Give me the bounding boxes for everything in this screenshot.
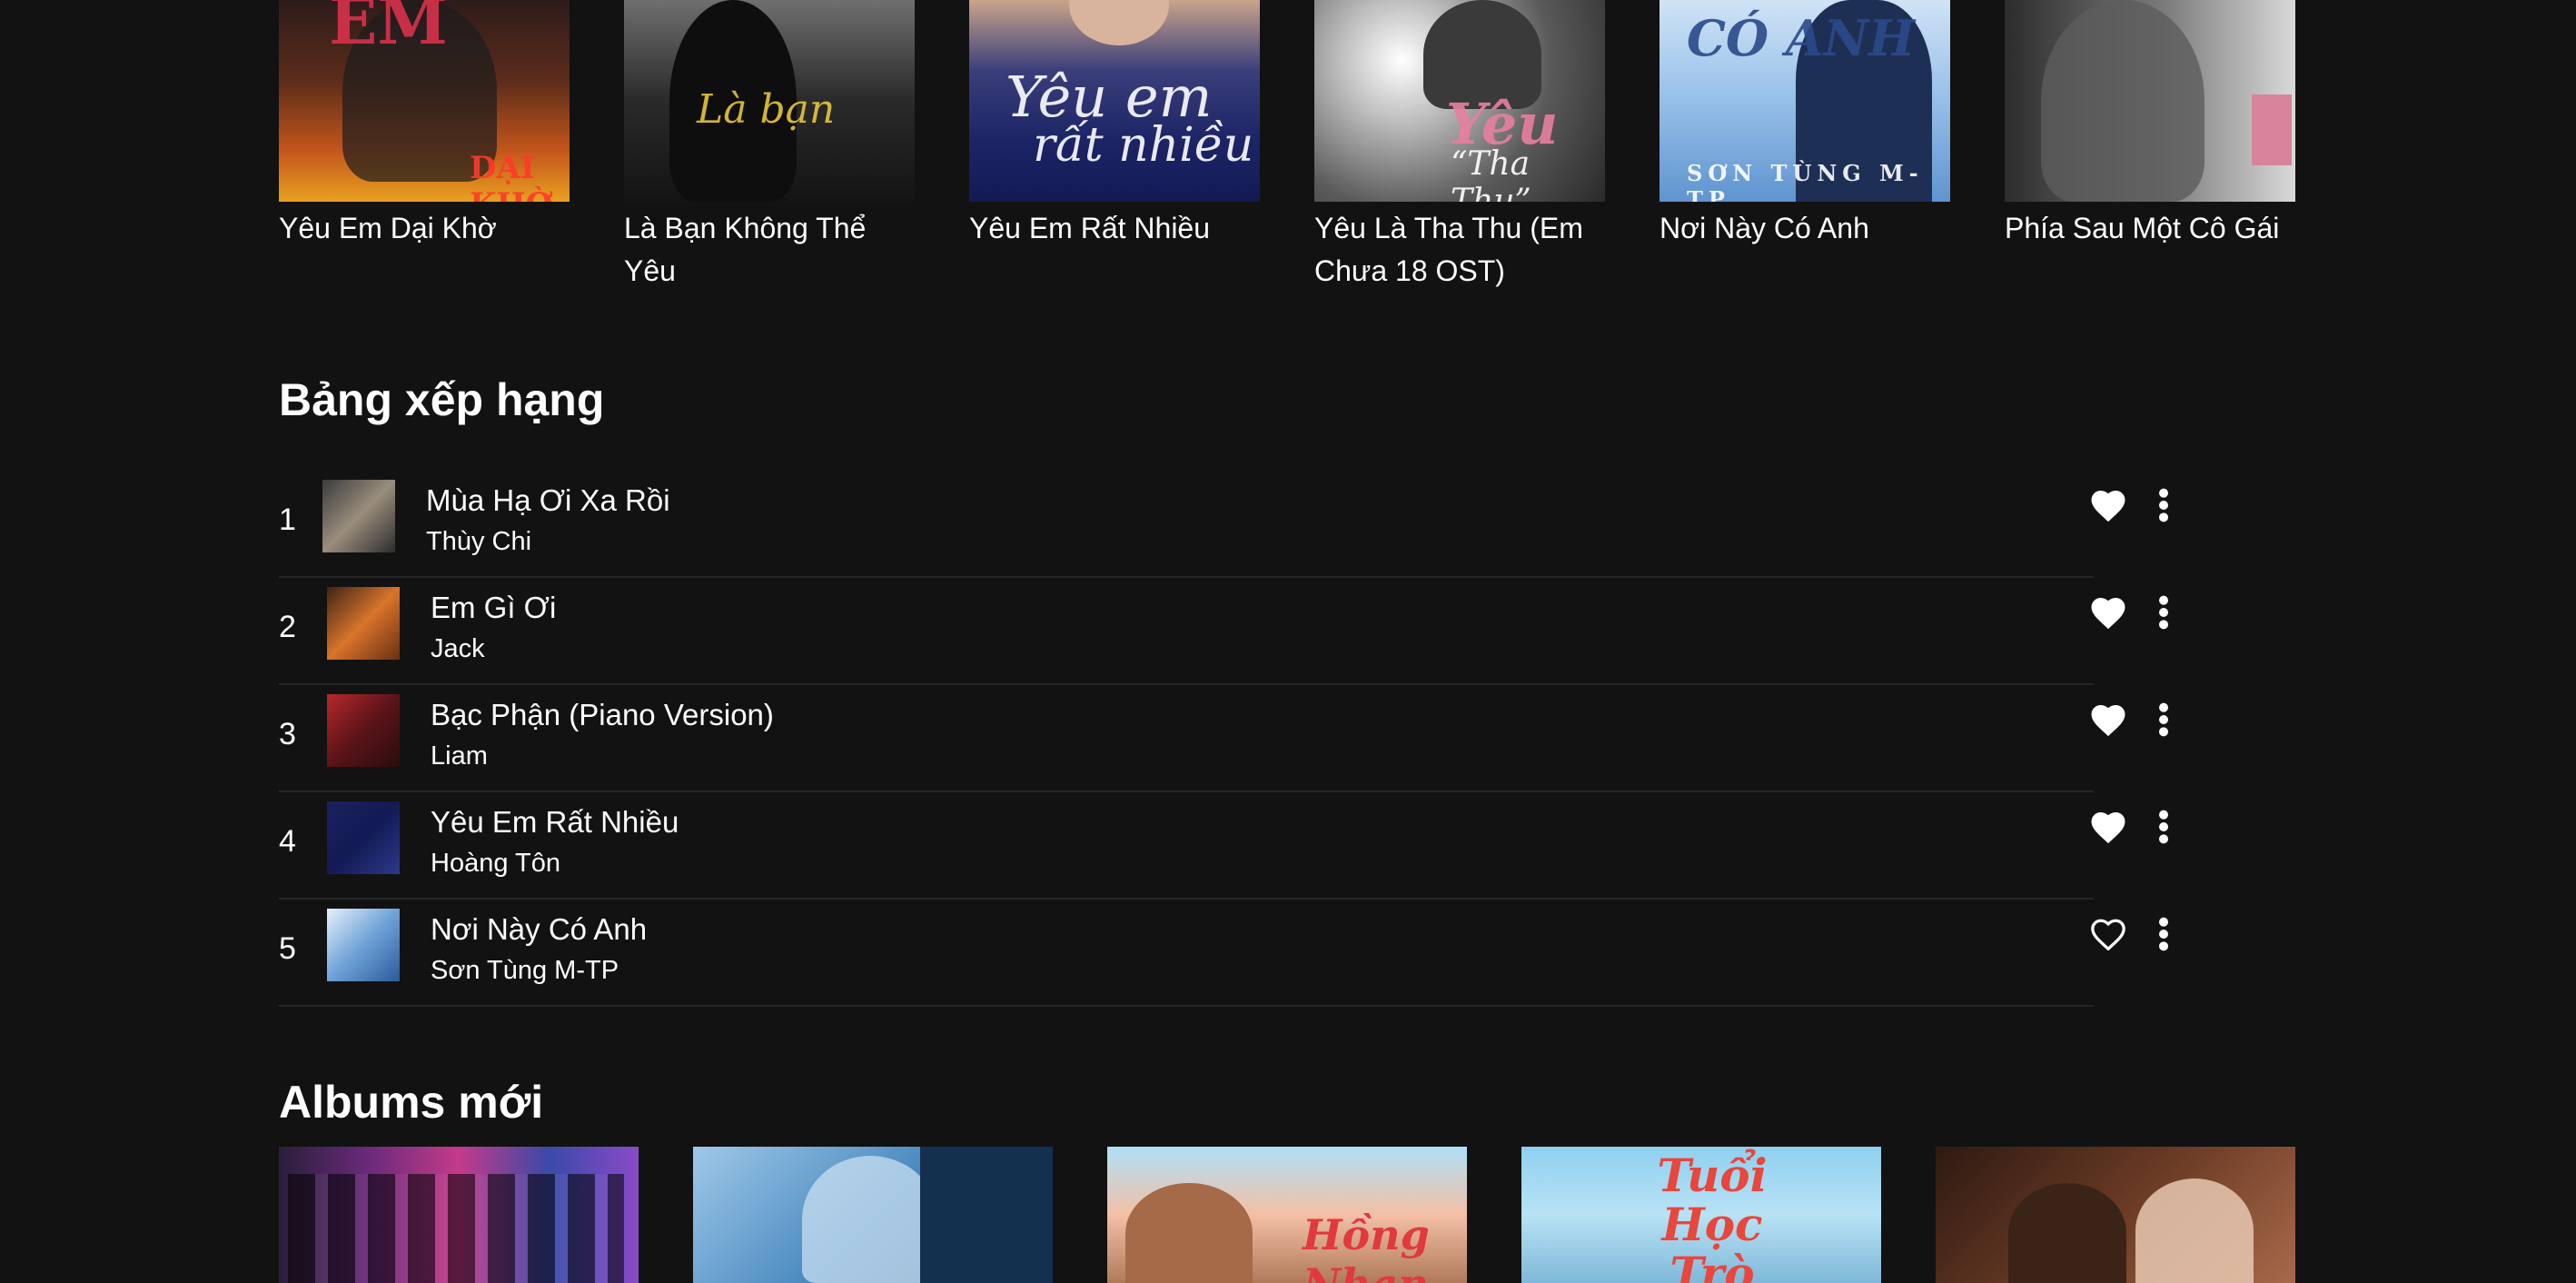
cover-lettering: Là bạn <box>697 86 836 133</box>
song-artist[interactable]: Jack <box>431 632 485 665</box>
album-cover[interactable]: Hồng Nhan <box>1107 1147 1467 1283</box>
heart-icon[interactable] <box>2090 489 2126 522</box>
cover-figures <box>288 1174 624 1283</box>
heart-outline-icon[interactable] <box>2090 918 2126 950</box>
song-thumbnail[interactable] <box>327 587 400 660</box>
album-cover[interactable] <box>1936 1147 2295 1283</box>
album-cover[interactable]: Yêu em rất nhiều <box>969 0 1260 202</box>
cover-lettering: Hồng Nhan <box>1303 1210 1430 1283</box>
cover-lettering: DẠI KHỜ <box>470 150 552 202</box>
album-card[interactable]: EM DẠI KHỜ Yêu Em Dại Khờ <box>279 0 570 250</box>
cover-lettering: EM <box>329 0 448 59</box>
chart-row[interactable]: 4 Yêu Em Rất Nhiều Hoàng Tôn <box>279 792 2186 900</box>
album-cover[interactable]: CÓ ANH SƠN TÙNG M-TP <box>1660 0 1950 202</box>
cover-lettering: “Tha Thu” <box>1451 145 1531 202</box>
album-cover[interactable]: Là bạn <box>624 0 915 202</box>
album-card[interactable]: Yêu em rất nhiều Yêu Em Rất Nhiều <box>969 0 1260 250</box>
chart-row[interactable]: 1 Mùa Hạ Ơi Xa Rồi Thùy Chi <box>279 471 2186 578</box>
heart-icon[interactable] <box>2090 596 2126 629</box>
row-divider <box>279 1005 2094 1007</box>
cover-figure <box>1069 0 1169 45</box>
cover-label <box>2252 94 2292 165</box>
chart-row[interactable]: 5 Nơi Này Có Anh Sơn Tùng M-TP <box>279 900 2186 1007</box>
song-thumbnail[interactable] <box>322 480 395 552</box>
more-vertical-icon[interactable] <box>2157 487 2170 523</box>
song-artist[interactable]: Hoàng Tôn <box>431 847 560 880</box>
album-title[interactable]: Phía Sau Một Cô Gái <box>2005 207 2304 250</box>
chart-row[interactable]: 2 Em Gì Ơi Jack <box>279 578 2186 685</box>
more-vertical-icon[interactable] <box>2157 594 2170 631</box>
song-title[interactable]: Em Gì Ơi <box>431 589 556 627</box>
cover-figure <box>2041 0 2204 202</box>
chart-rank: 5 <box>279 931 296 966</box>
album-title[interactable]: Là Bạn Không Thể Yêu <box>624 207 924 293</box>
song-title[interactable]: Mùa Hạ Ơi Xa Rồi <box>426 482 670 520</box>
song-artist[interactable]: Sơn Tùng M-TP <box>431 954 619 987</box>
album-card[interactable]: CÓ ANH SƠN TÙNG M-TP Nơi Này Có Anh <box>1660 0 1950 250</box>
more-vertical-icon[interactable] <box>2157 809 2170 845</box>
cover-figure <box>2008 1183 2126 1283</box>
cover-lettering: rất nhiều <box>1033 118 1254 173</box>
album-cover[interactable] <box>2005 0 2295 202</box>
new-albums-heading: Albums mới <box>279 1077 544 1128</box>
chart-rank: 1 <box>279 502 296 537</box>
more-vertical-icon[interactable] <box>2157 916 2170 952</box>
song-artist[interactable]: Thùy Chi <box>426 525 531 558</box>
cover-figure <box>802 1156 938 1283</box>
featured-albums-row: EM DẠI KHỜ Yêu Em Dại Khờ Là bạn Là Bạn … <box>279 0 2295 309</box>
song-thumbnail[interactable] <box>327 801 400 874</box>
song-title[interactable]: Bạc Phận (Piano Version) <box>431 696 774 734</box>
chart-rank: 2 <box>279 610 296 644</box>
chart-rank: 3 <box>279 717 296 751</box>
album-cover[interactable]: EM DẠI KHỜ <box>279 0 570 202</box>
cover-lettering: CÓ ANH <box>1687 9 1916 67</box>
album-card[interactable]: Là bạn Là Bạn Không Thể Yêu <box>624 0 915 293</box>
album-card[interactable]: Phía Sau Một Cô Gái <box>2005 0 2295 250</box>
cover-hair <box>920 1147 1053 1283</box>
album-cover[interactable] <box>279 1147 639 1283</box>
album-title[interactable]: Nơi Này Có Anh <box>1660 207 1959 250</box>
chart-rank: 4 <box>279 824 296 859</box>
cover-figure <box>1125 1183 1253 1283</box>
song-thumbnail[interactable] <box>327 909 400 981</box>
album-cover[interactable] <box>693 1147 1053 1283</box>
chart-heading: Bảng xếp hạng <box>279 374 605 425</box>
album-cover[interactable]: Yêu “Tha Thu” <box>1314 0 1605 202</box>
song-artist[interactable]: Liam <box>431 740 488 772</box>
song-title[interactable]: Yêu Em Rất Nhiều <box>431 803 679 841</box>
cover-lettering: Tuổi Học Trò <box>1657 1149 1768 1283</box>
more-vertical-icon[interactable] <box>2157 701 2170 738</box>
song-title[interactable]: Nơi Này Có Anh <box>431 910 647 949</box>
heart-icon[interactable] <box>2090 811 2126 843</box>
album-title[interactable]: Yêu Em Dại Khờ <box>279 207 579 250</box>
cover-lettering: SƠN TÙNG M-TP <box>1687 160 1924 202</box>
music-home-page: EM DẠI KHỜ Yêu Em Dại Khờ Là bạn Là Bạn … <box>0 0 2576 1283</box>
album-cover[interactable]: Tuổi Học Trò <box>1521 1147 1881 1283</box>
album-title[interactable]: Yêu Em Rất Nhiều <box>969 207 1269 250</box>
song-thumbnail[interactable] <box>327 694 400 767</box>
cover-figure <box>2135 1179 2254 1283</box>
album-title[interactable]: Yêu Là Tha Thu (Em Chưa 18 OST) <box>1314 207 1614 293</box>
heart-icon[interactable] <box>2090 703 2126 736</box>
chart-row[interactable]: 3 Bạc Phận (Piano Version) Liam <box>279 685 2186 792</box>
album-card[interactable]: Yêu “Tha Thu” Yêu Là Tha Thu (Em Chưa 18… <box>1314 0 1605 293</box>
new-albums-row: Hồng Nhan Tuổi Học Trò <box>279 1147 2304 1283</box>
